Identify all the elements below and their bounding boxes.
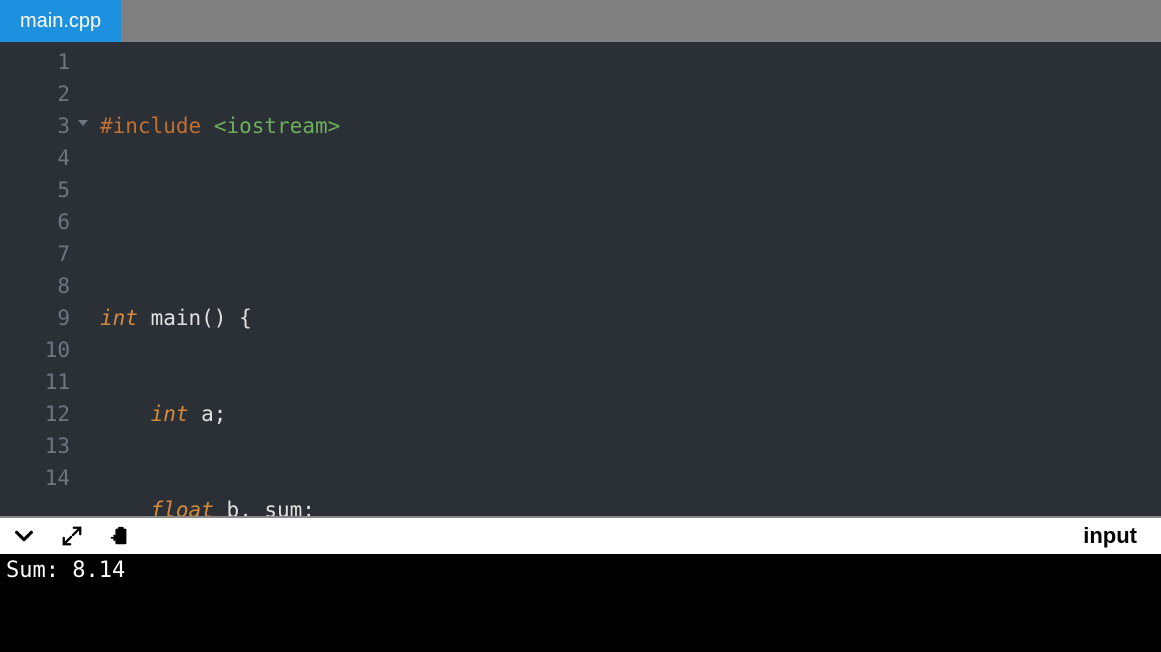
line-number: 7	[0, 238, 92, 270]
line-number: 2	[0, 78, 92, 110]
line-number: 14	[0, 462, 92, 494]
tab-main-cpp[interactable]: main.cpp	[0, 0, 121, 42]
tab-filename: main.cpp	[20, 10, 101, 33]
line-number: 4	[0, 142, 92, 174]
code-line: int main() {	[100, 302, 1161, 334]
paste-icon[interactable]	[108, 524, 132, 548]
line-number: 6	[0, 206, 92, 238]
tab-bar: main.cpp	[0, 0, 1161, 42]
line-number: 10	[0, 334, 92, 366]
code-line	[100, 206, 1161, 238]
fold-marker-icon[interactable]	[78, 120, 88, 126]
line-number: 3	[0, 110, 92, 142]
code-line: #include <iostream>	[100, 110, 1161, 142]
console-text: Sum: 8.14	[6, 558, 125, 583]
expand-icon[interactable]	[60, 524, 84, 548]
console-output[interactable]: Sum: 8.14	[0, 554, 1161, 652]
line-gutter: 1 2 3 4 5 6 7 8 9 10 11 12 13 14	[0, 42, 92, 516]
line-number: 11	[0, 366, 92, 398]
code-line: int a;	[100, 398, 1161, 430]
chevron-down-icon[interactable]	[12, 524, 36, 548]
code-line: float b, sum;	[100, 494, 1161, 516]
line-number: 12	[0, 398, 92, 430]
console-toolbar: input	[0, 516, 1161, 554]
code-editor[interactable]: 1 2 3 4 5 6 7 8 9 10 11 12 13 14 #includ…	[0, 42, 1161, 516]
line-number: 9	[0, 302, 92, 334]
line-number: 5	[0, 174, 92, 206]
line-number: 13	[0, 430, 92, 462]
line-number: 8	[0, 270, 92, 302]
line-number: 1	[0, 46, 92, 78]
input-label: input	[1083, 523, 1137, 549]
code-area[interactable]: #include <iostream> int main() { int a; …	[92, 42, 1161, 516]
